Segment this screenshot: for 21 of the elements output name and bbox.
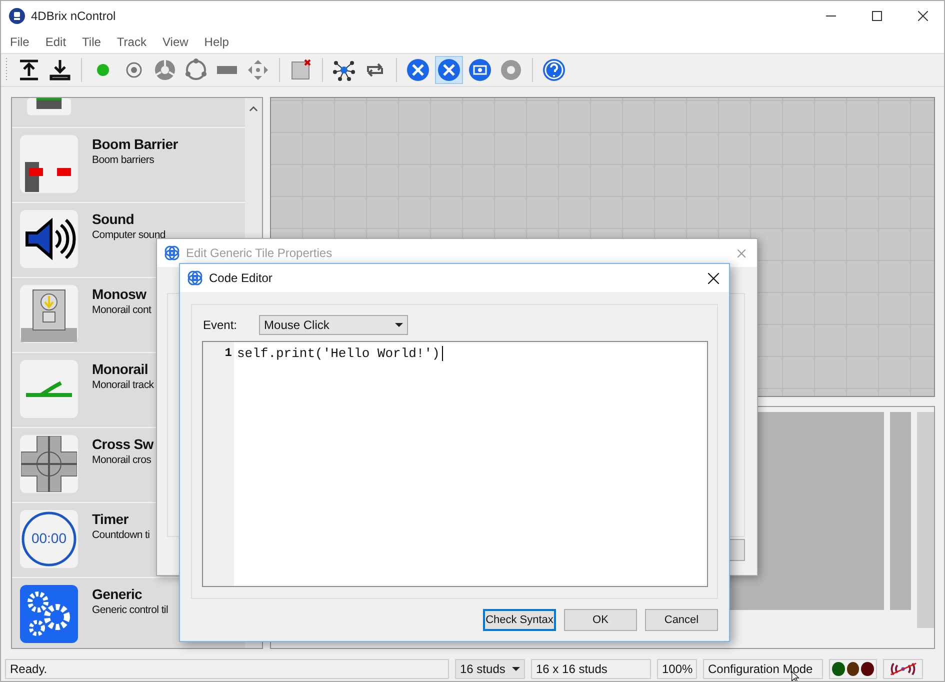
tile-title: Timer bbox=[92, 510, 130, 528]
tile-title: Generic bbox=[92, 585, 144, 603]
tile-description: Monorail cros bbox=[92, 453, 152, 468]
tile-title: Monosw bbox=[92, 285, 148, 303]
tile-description: Monorail track bbox=[92, 378, 154, 393]
event-label: Event: bbox=[203, 318, 238, 332]
tile-description: Boom barriers bbox=[92, 153, 156, 168]
window-title: 4DBrix nControl bbox=[31, 9, 116, 23]
grid-size-field: 16 x 16 studs bbox=[531, 659, 651, 679]
tile-title: Sound bbox=[92, 210, 136, 228]
tile-title: Monorail bbox=[92, 360, 149, 378]
status-message: Ready. bbox=[5, 659, 449, 679]
zoom-field: 100% bbox=[657, 659, 697, 679]
tile-description: Countdown ti bbox=[92, 528, 150, 543]
tile-title: Cross Sw bbox=[92, 435, 154, 453]
tile-description: Monorail cont bbox=[92, 303, 152, 318]
mode-field: Configuration Mode bbox=[703, 659, 823, 679]
tile-title: Boom Barrier bbox=[92, 135, 178, 153]
tile-description: Computer sound bbox=[92, 228, 166, 243]
tile-description: Generic control til bbox=[92, 603, 168, 618]
timer-display: 00:00 bbox=[30, 530, 68, 546]
